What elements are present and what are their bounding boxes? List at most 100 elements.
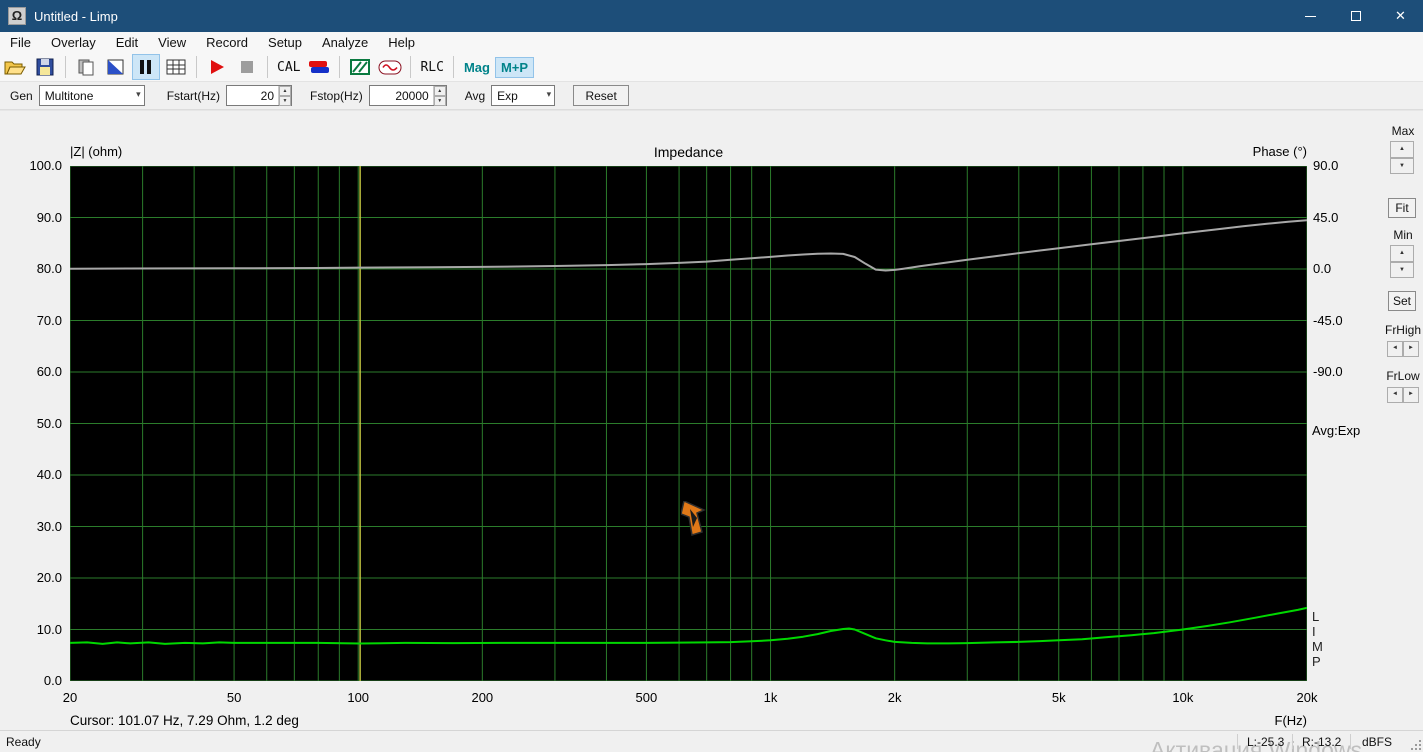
fstop-input[interactable]: 20000 ▲ ▼ — [368, 85, 447, 106]
freq-tick-label: 20k — [1296, 690, 1318, 705]
reset-button[interactable]: Reset — [573, 85, 630, 106]
stop-record-button[interactable] — [233, 54, 261, 80]
menu-analyze[interactable]: Analyze — [312, 33, 378, 52]
min-spinner[interactable]: ▲ ▼ — [1390, 245, 1414, 278]
frhigh-label: FrHigh — [1384, 323, 1421, 337]
resize-grip[interactable] — [1408, 737, 1421, 750]
status-bar: Активация Windows Ready L:-25.3 R:-13.2 … — [0, 730, 1423, 752]
ohm-tick-label: 90.0 — [36, 209, 62, 225]
left-icon[interactable]: ◄ — [1387, 341, 1403, 357]
rlc-mode-button[interactable]: RLC — [416, 60, 447, 75]
phase-tick-label: -45.0 — [1313, 312, 1343, 328]
freq-tick-label: 20 — [62, 690, 78, 705]
bw-triangle-icon — [107, 59, 124, 75]
background-color-button[interactable] — [102, 54, 130, 80]
up-icon[interactable]: ▲ — [1390, 245, 1414, 262]
close-button[interactable]: ✕ — [1378, 0, 1423, 32]
cursor-readout: Cursor: 101.07 Hz, 7.29 Ohm, 1.2 deg — [70, 713, 299, 728]
menu-edit[interactable]: Edit — [106, 33, 148, 52]
menu-overlay[interactable]: Overlay — [41, 33, 106, 52]
frlow-label: FrLow — [1386, 369, 1420, 383]
toolbar-separator — [410, 56, 412, 78]
play-icon — [211, 60, 224, 74]
averaging-select[interactable]: Exp ▾ — [491, 85, 556, 106]
menu-setup[interactable]: Setup — [258, 33, 312, 52]
copy-button[interactable] — [72, 54, 100, 80]
bar-graph-view-button[interactable] — [132, 54, 160, 80]
max-spinner[interactable]: ▲ ▼ — [1390, 141, 1414, 174]
toolbar-separator — [196, 56, 197, 78]
avg-label: Avg — [464, 88, 486, 103]
sine-wave-icon — [378, 60, 402, 74]
avg-annotation: Avg:Exp — [1312, 423, 1361, 438]
fit-button[interactable]: Fit — [1388, 198, 1416, 218]
ohm-tick-label: 50.0 — [36, 415, 62, 431]
table-view-button[interactable] — [162, 54, 190, 80]
down-icon[interactable]: ▼ — [1390, 261, 1414, 278]
menu-file[interactable]: File — [0, 33, 41, 52]
minimize-icon — [1305, 15, 1316, 17]
menu-help[interactable]: Help — [378, 33, 425, 52]
fstart-label: Fstart(Hz) — [166, 88, 221, 103]
freq-tick-label: 10k — [1172, 690, 1194, 705]
chart-title: Impedance — [653, 144, 724, 160]
fstart-input[interactable]: 20 ▲ ▼ — [226, 85, 293, 106]
down-icon[interactable]: ▼ — [433, 96, 446, 106]
maximize-icon — [1350, 11, 1361, 21]
ohm-tick-label: 30.0 — [36, 518, 62, 534]
left-channel-level: L:-25.3 — [1247, 735, 1285, 749]
plot-canvas[interactable] — [70, 166, 1307, 681]
magnitude-phase-view-button[interactable]: M+P — [494, 56, 535, 78]
ohm-tick-label: 100.0 — [29, 158, 62, 173]
minimize-button[interactable] — [1288, 0, 1333, 32]
min-label: Min — [1393, 228, 1413, 242]
title-bar: Ω Untitled - Limp ✕ — [0, 0, 1423, 32]
window-title: Untitled - Limp — [34, 8, 118, 24]
impedance-magnitude-curve — [70, 606, 1307, 645]
open-file-button[interactable] — [1, 54, 29, 80]
menu-record[interactable]: Record — [196, 33, 258, 52]
limp-window: Ω Untitled - Limp ✕ File Overlay Edit Vi… — [0, 0, 1423, 752]
generator-setup-button[interactable] — [376, 54, 404, 80]
max-label: Max — [1391, 124, 1415, 138]
left-icon[interactable]: ◄ — [1387, 387, 1403, 403]
save-button[interactable] — [31, 54, 59, 80]
graph-scale-panel: Max ▲ ▼ Fit Min ▲ ▼ Set FrHigh ◄ ► FrLow… — [1383, 110, 1423, 730]
dropdown-icon: ▾ — [546, 89, 552, 99]
phase-tick-label: 45.0 — [1313, 209, 1339, 225]
calibrate-button[interactable]: CAL — [273, 60, 304, 75]
up-icon[interactable]: ▲ — [279, 86, 292, 96]
phase-tick-label: -90.0 — [1313, 364, 1343, 379]
maximize-button[interactable] — [1333, 0, 1378, 32]
fstart-spinner[interactable]: ▲ ▼ — [278, 86, 292, 106]
down-icon[interactable]: ▼ — [1390, 157, 1414, 174]
start-record-button[interactable] — [203, 54, 231, 80]
toolbar: CAL RLC Mag M+P — [0, 53, 1423, 82]
right-icon[interactable]: ► — [1403, 341, 1419, 357]
freq-tick-label: 2k — [887, 690, 902, 705]
up-icon[interactable]: ▲ — [1390, 141, 1414, 158]
measurement-setup-button[interactable] — [346, 54, 374, 80]
freq-tick-label: 50 — [226, 690, 242, 705]
ohm-tick-label: 0.0 — [43, 673, 62, 688]
right-channel-level: R:-13.2 — [1302, 735, 1342, 749]
generator-type-select[interactable]: Multitone ▾ — [38, 85, 145, 106]
up-icon[interactable]: ▲ — [433, 86, 446, 96]
frlow-spinner[interactable]: ◄ ► — [1387, 387, 1419, 403]
frhigh-spinner[interactable]: ◄ ► — [1387, 341, 1419, 357]
mouse-pointer-icon — [681, 501, 706, 536]
freq-tick-label: 100 — [347, 690, 370, 705]
ohm-tick-label: 10.0 — [36, 621, 62, 637]
set-button[interactable]: Set — [1388, 291, 1416, 311]
gen-label: Gen — [10, 88, 33, 103]
down-icon[interactable]: ▼ — [279, 96, 292, 106]
phase-tick-label: 90.0 — [1313, 158, 1339, 173]
right-icon[interactable]: ► — [1403, 387, 1419, 403]
magnitude-view-button[interactable]: Mag — [459, 58, 495, 77]
color-setup-button[interactable] — [305, 54, 333, 80]
open-folder-icon — [4, 61, 26, 75]
x-axis-title: F(Hz) — [1274, 713, 1308, 728]
generator-bar: Gen Multitone ▾ Fstart(Hz) 20 ▲ ▼ Fstop(… — [0, 82, 1423, 110]
fstop-spinner[interactable]: ▲ ▼ — [432, 86, 446, 106]
menu-view[interactable]: View — [148, 33, 196, 52]
